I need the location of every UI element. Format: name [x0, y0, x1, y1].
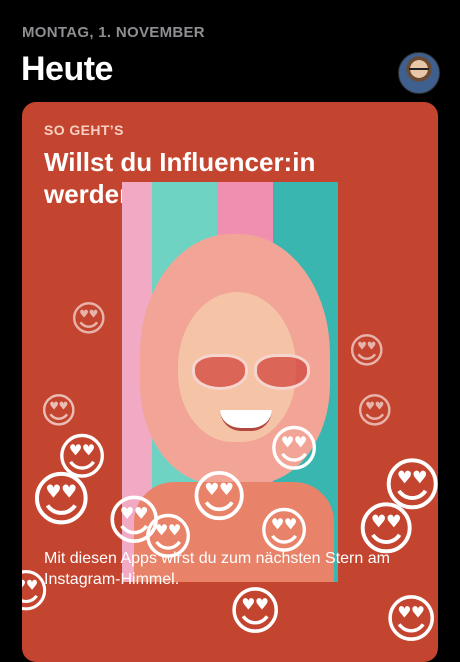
date-label: MONTAG, 1. NOVEMBER [22, 24, 205, 41]
heart-eyes-emoji-icon: 😍 [384, 590, 438, 650]
heart-eyes-emoji-icon: 😍 [40, 391, 78, 432]
heart-eyes-emoji-icon: 😍 [228, 582, 283, 642]
card-description: Mit diesen Apps wirst du zum nächsten St… [44, 550, 390, 588]
card-kicker: SO GEHT’S [44, 122, 124, 138]
heart-eyes-emoji-icon: 😍 [190, 465, 249, 530]
heart-eyes-emoji-icon: 😍 [356, 391, 394, 432]
account-avatar[interactable] [398, 52, 440, 94]
story-card[interactable]: SO GEHT’S Willst du Influencer:in werden… [22, 102, 438, 662]
heart-eyes-emoji-icon: 😍 [70, 299, 108, 340]
page-title: Heute [21, 50, 113, 88]
heart-eyes-emoji-icon: 😍 [348, 331, 386, 372]
heart-eyes-emoji-icon: 😍 [30, 465, 93, 535]
photo-sunglasses-right [254, 354, 310, 390]
heart-eyes-emoji-icon: 😍 [268, 420, 321, 478]
avatar-glasses [409, 68, 429, 75]
photo-sunglasses-left [192, 354, 248, 390]
